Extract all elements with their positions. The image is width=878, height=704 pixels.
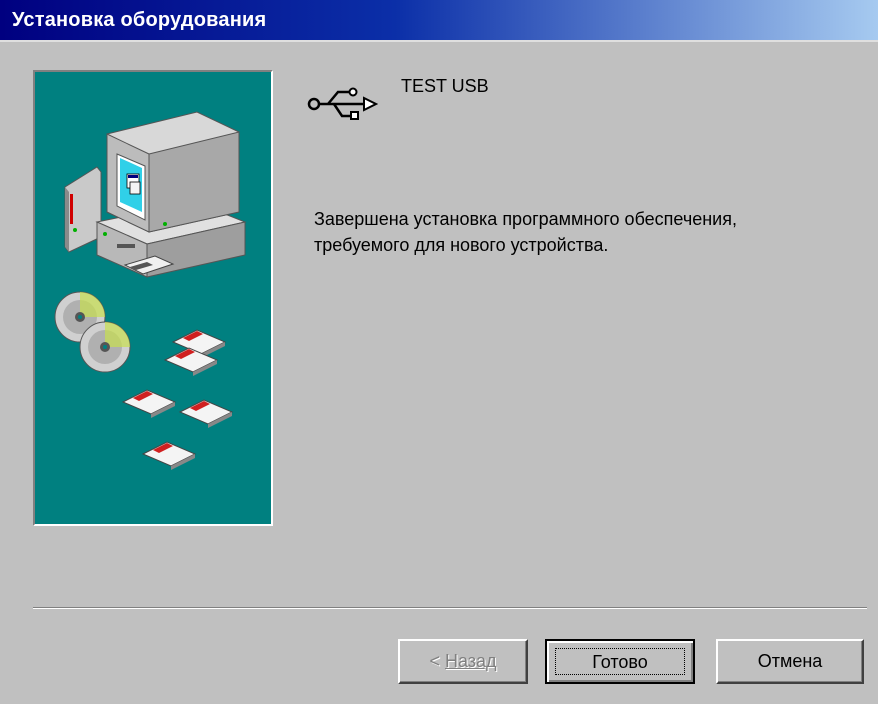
back-button-prefix: <	[429, 651, 445, 671]
title-bar: Установка оборудования	[0, 0, 878, 40]
back-button-label: Назад	[444, 651, 497, 671]
device-name: TEST USB	[401, 76, 489, 96]
message-line-2: требуемого для нового устройства.	[314, 235, 609, 255]
wizard-illustration	[33, 70, 273, 526]
finish-button[interactable]: Готово	[545, 639, 695, 684]
title-bar-edge	[0, 40, 878, 42]
computer-and-media-illustration	[54, 111, 247, 470]
completion-message: Завершена установка программного обеспеч…	[314, 206, 854, 258]
finish-button-label: Готово	[555, 648, 685, 675]
cancel-button[interactable]: Отмена	[716, 639, 864, 684]
back-button[interactable]: < Назад	[398, 639, 528, 684]
button-separator	[33, 607, 867, 609]
usb-icon	[306, 84, 379, 129]
cancel-button-label: Отмена	[757, 651, 823, 671]
window-title: Установка оборудования	[12, 9, 267, 31]
message-line-1: Завершена установка программного обеспеч…	[314, 209, 737, 229]
